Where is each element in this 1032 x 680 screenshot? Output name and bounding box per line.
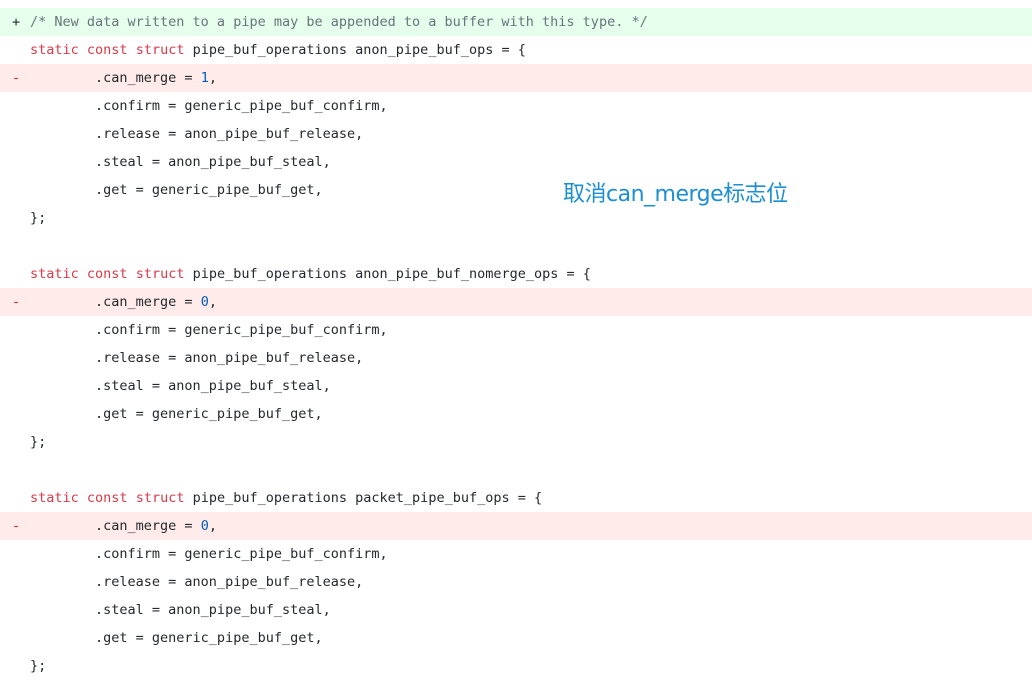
- diff-line: .release = anon_pipe_buf_release,: [0, 120, 1032, 148]
- code-text: .confirm = generic_pipe_buf_confirm,: [30, 540, 388, 568]
- code-token: struct: [135, 42, 185, 58]
- code-text: .release = anon_pipe_buf_release,: [30, 120, 363, 148]
- code-text: .get = generic_pipe_buf_get,: [30, 624, 323, 652]
- code-text: .steal = anon_pipe_buf_steal,: [30, 372, 331, 400]
- code-token: .can_merge =: [30, 294, 201, 310]
- code-token: .can_merge =: [30, 518, 201, 534]
- diff-line: };: [0, 652, 1032, 680]
- code-token: const: [86, 42, 128, 58]
- diff-line-added: + /* New data written to a pipe may be ap…: [0, 8, 1032, 36]
- code-text: .can_merge = 1,: [30, 64, 217, 92]
- code-token: struct: [135, 490, 185, 506]
- diff-line-removed: - .can_merge = 0,: [0, 512, 1032, 540]
- code-text: };: [30, 652, 46, 680]
- code-text: .steal = anon_pipe_buf_steal,: [30, 596, 331, 624]
- code-token: .confirm = generic_pipe_buf_confirm,: [30, 98, 388, 114]
- code-text: .steal = anon_pipe_buf_steal,: [30, 148, 331, 176]
- code-token: .get = generic_pipe_buf_get,: [30, 406, 323, 422]
- code-text: .confirm = generic_pipe_buf_confirm,: [30, 92, 388, 120]
- code-text: .can_merge = 0,: [30, 512, 217, 540]
- code-token: 0: [200, 294, 209, 310]
- diff-line: .release = anon_pipe_buf_release,: [0, 568, 1032, 596]
- code-token: 0: [200, 518, 209, 534]
- code-token: const: [86, 490, 128, 506]
- diff-line: .confirm = generic_pipe_buf_confirm,: [0, 92, 1032, 120]
- diff-marker: -: [12, 518, 21, 534]
- code-token: .confirm = generic_pipe_buf_confirm,: [30, 546, 388, 562]
- diff-line: .steal = anon_pipe_buf_steal,: [0, 372, 1032, 400]
- diff-line: .steal = anon_pipe_buf_steal,: [0, 148, 1032, 176]
- code-token: static: [30, 42, 79, 58]
- code-token: .release = anon_pipe_buf_release,: [30, 126, 364, 142]
- code-token: };: [30, 434, 47, 450]
- code-text: static const struct pipe_buf_operations …: [30, 484, 542, 512]
- code-text: .get = generic_pipe_buf_get,: [30, 176, 323, 204]
- code-text: /* New data written to a pipe may be app…: [30, 8, 648, 36]
- code-token: .get = generic_pipe_buf_get,: [30, 182, 323, 198]
- diff-line: static const struct pipe_buf_operations …: [0, 260, 1032, 288]
- code-token: .steal = anon_pipe_buf_steal,: [30, 154, 331, 170]
- diff-line: static const struct pipe_buf_operations …: [0, 36, 1032, 64]
- code-text: .confirm = generic_pipe_buf_confirm,: [30, 316, 388, 344]
- code-token: .get = generic_pipe_buf_get,: [30, 630, 323, 646]
- code-token: .can_merge =: [30, 70, 201, 86]
- code-token: pipe_buf_operations anon_pipe_buf_ops = …: [184, 42, 526, 58]
- code-text: static const struct pipe_buf_operations …: [30, 36, 526, 64]
- code-token: .steal = anon_pipe_buf_steal,: [30, 602, 331, 618]
- diff-view: + /* New data written to a pipe may be ap…: [0, 8, 1032, 680]
- diff-line: [0, 232, 1032, 260]
- code-token: .confirm = generic_pipe_buf_confirm,: [30, 322, 388, 338]
- diff-line: .get = generic_pipe_buf_get,: [0, 624, 1032, 652]
- code-token: };: [30, 210, 47, 226]
- code-token: struct: [135, 266, 185, 282]
- code-text: };: [30, 204, 46, 232]
- code-token: static: [30, 490, 79, 506]
- diff-marker: -: [12, 294, 21, 310]
- code-token: };: [30, 658, 47, 674]
- diff-line: static const struct pipe_buf_operations …: [0, 484, 1032, 512]
- diff-line: .steal = anon_pipe_buf_steal,: [0, 596, 1032, 624]
- diff-line: .confirm = generic_pipe_buf_confirm,: [0, 540, 1032, 568]
- diff-line: [0, 456, 1032, 484]
- code-text: .get = generic_pipe_buf_get,: [30, 400, 323, 428]
- code-token: .release = anon_pipe_buf_release,: [30, 574, 364, 590]
- code-token: pipe_buf_operations packet_pipe_buf_ops …: [184, 490, 543, 506]
- code-text: .release = anon_pipe_buf_release,: [30, 344, 363, 372]
- code-text: .can_merge = 0,: [30, 288, 217, 316]
- code-token: pipe_buf_operations anon_pipe_buf_nomerg…: [184, 266, 591, 282]
- diff-line: .get = generic_pipe_buf_get,: [0, 176, 1032, 204]
- code-text: .release = anon_pipe_buf_release,: [30, 568, 363, 596]
- diff-line-removed: - .can_merge = 0,: [0, 288, 1032, 316]
- code-token: .steal = anon_pipe_buf_steal,: [30, 378, 331, 394]
- diff-marker: +: [12, 14, 21, 30]
- diff-line: .confirm = generic_pipe_buf_confirm,: [0, 316, 1032, 344]
- code-token: 1: [200, 70, 209, 86]
- code-token: ,: [208, 518, 217, 534]
- code-token: const: [86, 266, 128, 282]
- code-token: .release = anon_pipe_buf_release,: [30, 350, 364, 366]
- diff-line: .get = generic_pipe_buf_get,: [0, 400, 1032, 428]
- code-token: /* New data written to a pipe may be app…: [30, 14, 648, 30]
- annotation-label: 取消can_merge标志位: [563, 182, 788, 207]
- code-token: static: [30, 266, 79, 282]
- diff-line: .release = anon_pipe_buf_release,: [0, 344, 1032, 372]
- code-text: };: [30, 428, 46, 456]
- diff-marker: -: [12, 70, 21, 86]
- diff-line-removed: - .can_merge = 1,: [0, 64, 1032, 92]
- code-token: ,: [208, 294, 217, 310]
- code-text: static const struct pipe_buf_operations …: [30, 260, 591, 288]
- diff-line: };: [0, 428, 1032, 456]
- code-token: ,: [208, 70, 217, 86]
- diff-line: };: [0, 204, 1032, 232]
